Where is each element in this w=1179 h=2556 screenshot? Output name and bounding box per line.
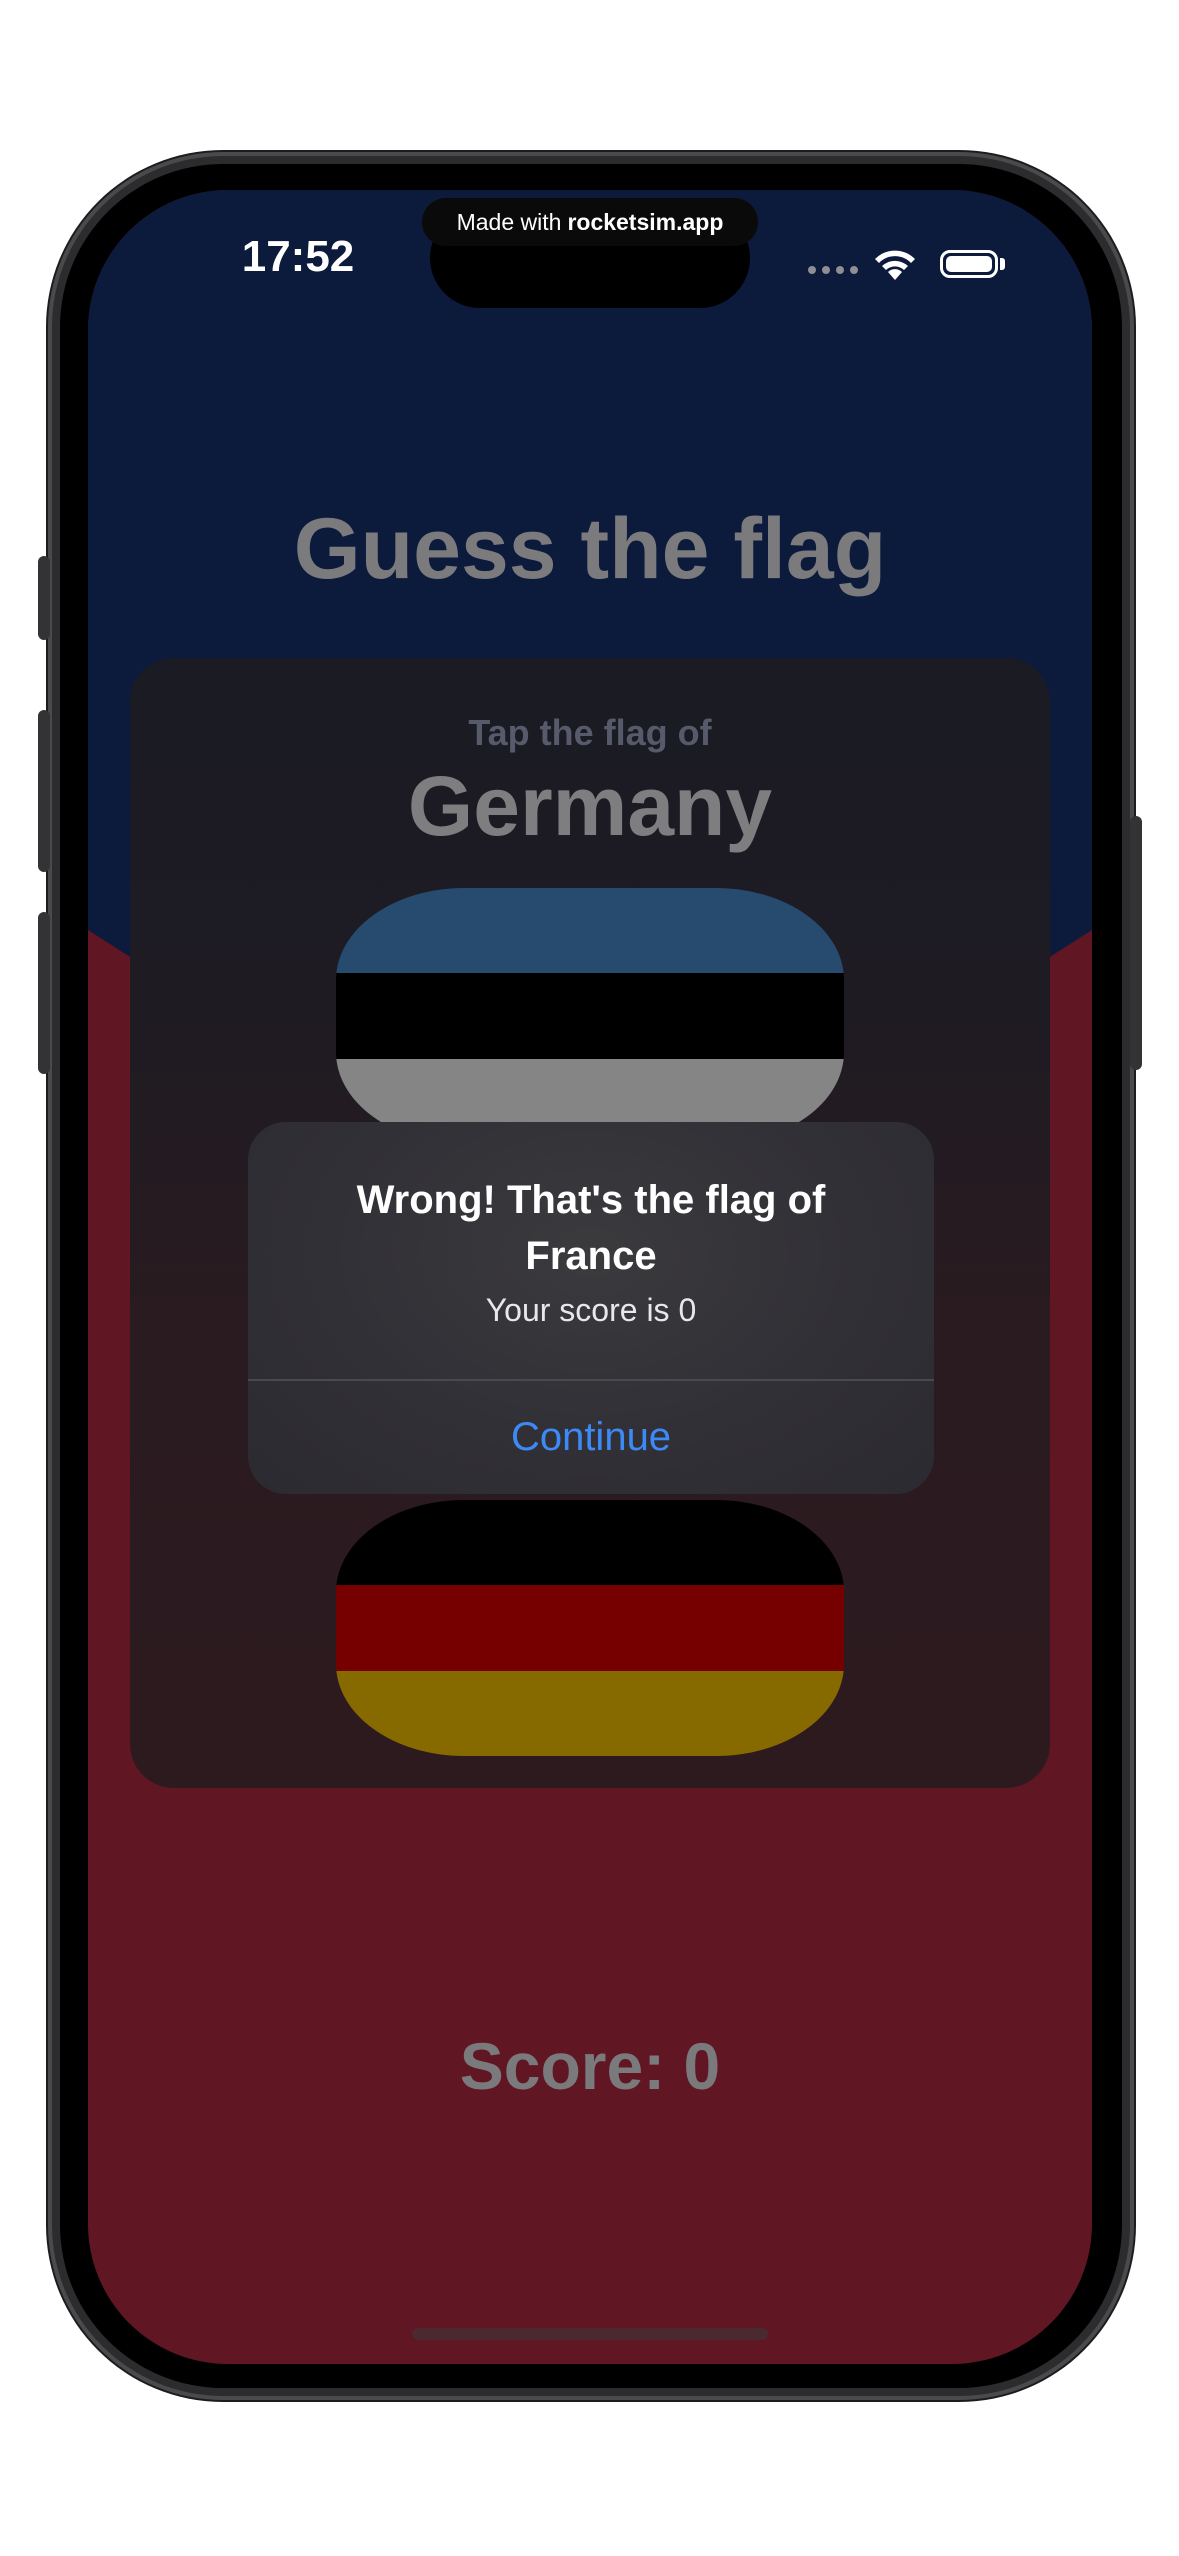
app-screen: Made with rocketsim.app 17:52 Guess the …	[88, 190, 1092, 2364]
flag-stripe	[336, 1585, 844, 1671]
score-label: Score: 0	[459, 2029, 721, 2103]
wifi-icon	[875, 250, 915, 280]
battery-icon	[940, 250, 998, 278]
cellular-signal-icon	[808, 266, 858, 274]
recorder-prefix: Made with	[456, 208, 562, 235]
home-indicator[interactable]	[412, 2328, 768, 2340]
flag-stripe	[336, 1500, 844, 1586]
continue-button[interactable]: Continue	[248, 1381, 934, 1494]
volume-up-button	[38, 710, 50, 872]
page-title: Guess the flag	[293, 501, 887, 597]
target-country: Germany	[407, 759, 773, 853]
flag-stripe	[336, 888, 844, 974]
alert-title: Wrong! That's the flag of France	[356, 1178, 826, 1278]
flag-stripe	[336, 1670, 844, 1756]
action-button	[38, 556, 50, 640]
alert-message: Your score is 0	[485, 1292, 697, 1328]
prompt-label: Tap the flag of	[468, 712, 712, 753]
flag-stripe	[336, 973, 844, 1059]
flag-button-germany[interactable]	[336, 1500, 844, 1756]
result-alert: Wrong! That's the flag of France Your sc…	[248, 1122, 934, 1494]
flag-button-estonia[interactable]	[336, 888, 844, 1144]
battery-cap	[1000, 258, 1005, 270]
power-button	[1130, 816, 1142, 1070]
recorder-badge: Made with rocketsim.app	[422, 198, 758, 246]
volume-down-button	[38, 912, 50, 1074]
status-time: 17:52	[241, 232, 355, 281]
recorder-brand: rocketsim.app	[567, 208, 724, 235]
